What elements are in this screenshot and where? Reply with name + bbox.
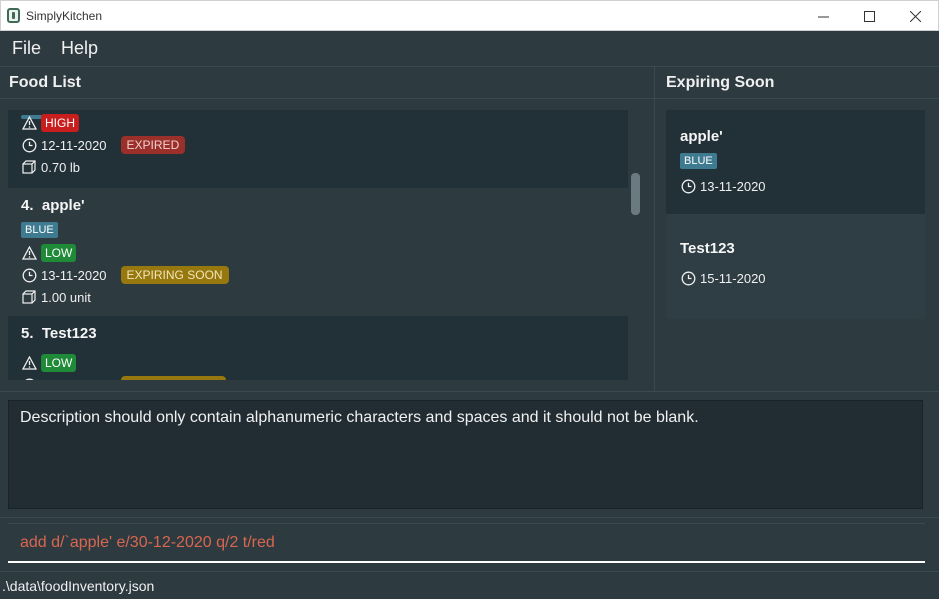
food-list-panel: HIGH 12-11-2020 EXPIRED 0.70 lb 4. apple…: [0, 99, 654, 391]
title-bar: SimplyKitchen: [0, 0, 939, 31]
quantity: 0.70 lb: [41, 159, 81, 175]
close-icon: [909, 10, 921, 22]
minimize-button[interactable]: [800, 1, 846, 31]
list-item[interactable]: 4. apple' BLUE LOW 13-11-2020 EXPIRING S…: [8, 188, 628, 316]
divider: [0, 391, 939, 392]
food-list-header: Food List: [0, 67, 654, 99]
expiring-item[interactable]: apple' BLUE 13-11-2020: [666, 110, 925, 214]
priority-badge: LOW: [41, 354, 77, 372]
maximize-icon: [863, 10, 875, 22]
menu-help[interactable]: Help: [61, 38, 98, 59]
expiry-date: 13-11-2020: [700, 178, 766, 194]
expiring-soon-header: Expiring Soon: [654, 67, 939, 99]
result-display: Description should only contain alphanum…: [8, 400, 923, 509]
food-index: 4.: [21, 197, 34, 214]
expiring-soon-panel: apple' BLUE 13-11-2020 Test123 15-11-202…: [654, 99, 939, 391]
expiring-item[interactable]: Test123 15-11-2020: [666, 214, 925, 319]
scrollbar-thumb[interactable]: [631, 173, 640, 215]
status-badge: EXPIRED: [120, 136, 186, 154]
command-input[interactable]: add d/`apple' e/30-12-2020 q/2 t/red: [8, 523, 925, 563]
minimize-icon: [817, 16, 829, 17]
storage-path: .\data\foodInventory.json: [2, 577, 155, 594]
clock-icon: [680, 270, 696, 286]
app-jar-icon: [7, 8, 20, 23]
window-controls: [800, 1, 938, 31]
tag-badge: BLUE: [21, 222, 58, 238]
maximize-button[interactable]: [846, 1, 892, 31]
menu-file[interactable]: File: [12, 38, 41, 59]
status-bar: .\data\foodInventory.json: [0, 571, 939, 599]
expiry-date: 13-11-2020: [41, 267, 107, 283]
food-title: 4. apple': [21, 197, 628, 214]
priority-badge: LOW: [41, 244, 77, 262]
food-name: apple': [41, 197, 85, 214]
clock-icon: [21, 377, 37, 380]
quantity: 1.00 unit: [41, 289, 91, 305]
expiring-food-name: Test123: [680, 240, 735, 257]
clock-icon: [21, 137, 37, 153]
warning-icon: [21, 355, 37, 371]
window-title: SimplyKitchen: [26, 8, 103, 23]
priority-badge: HIGH: [41, 114, 79, 132]
warning-icon: [21, 245, 37, 261]
box-icon: [21, 289, 37, 305]
status-badge-partial: [121, 376, 226, 380]
close-button[interactable]: [892, 1, 938, 31]
tag-badge: BLUE: [680, 153, 717, 169]
food-title: 5. Test123: [21, 325, 628, 342]
warning-icon: [21, 115, 37, 131]
food-list-scrollbar[interactable]: [628, 110, 642, 380]
expiry-date: 15-11-2020: [700, 270, 766, 286]
food-list[interactable]: HIGH 12-11-2020 EXPIRED 0.70 lb 4. apple…: [8, 110, 628, 380]
divider: [0, 517, 939, 518]
food-name: Test123: [41, 325, 97, 342]
food-index: 5.: [21, 325, 34, 342]
menu-bar: File Help: [0, 31, 939, 67]
clock-icon: [21, 267, 37, 283]
list-item[interactable]: HIGH 12-11-2020 EXPIRED 0.70 lb: [8, 110, 628, 188]
status-badge: EXPIRING SOON: [120, 266, 229, 284]
expiring-food-name: apple': [680, 128, 723, 145]
clock-icon: [680, 178, 696, 194]
expiry-date: 12-11-2020: [41, 137, 107, 153]
box-icon: [21, 159, 37, 175]
list-item[interactable]: 5. Test123 LOW: [8, 316, 628, 380]
